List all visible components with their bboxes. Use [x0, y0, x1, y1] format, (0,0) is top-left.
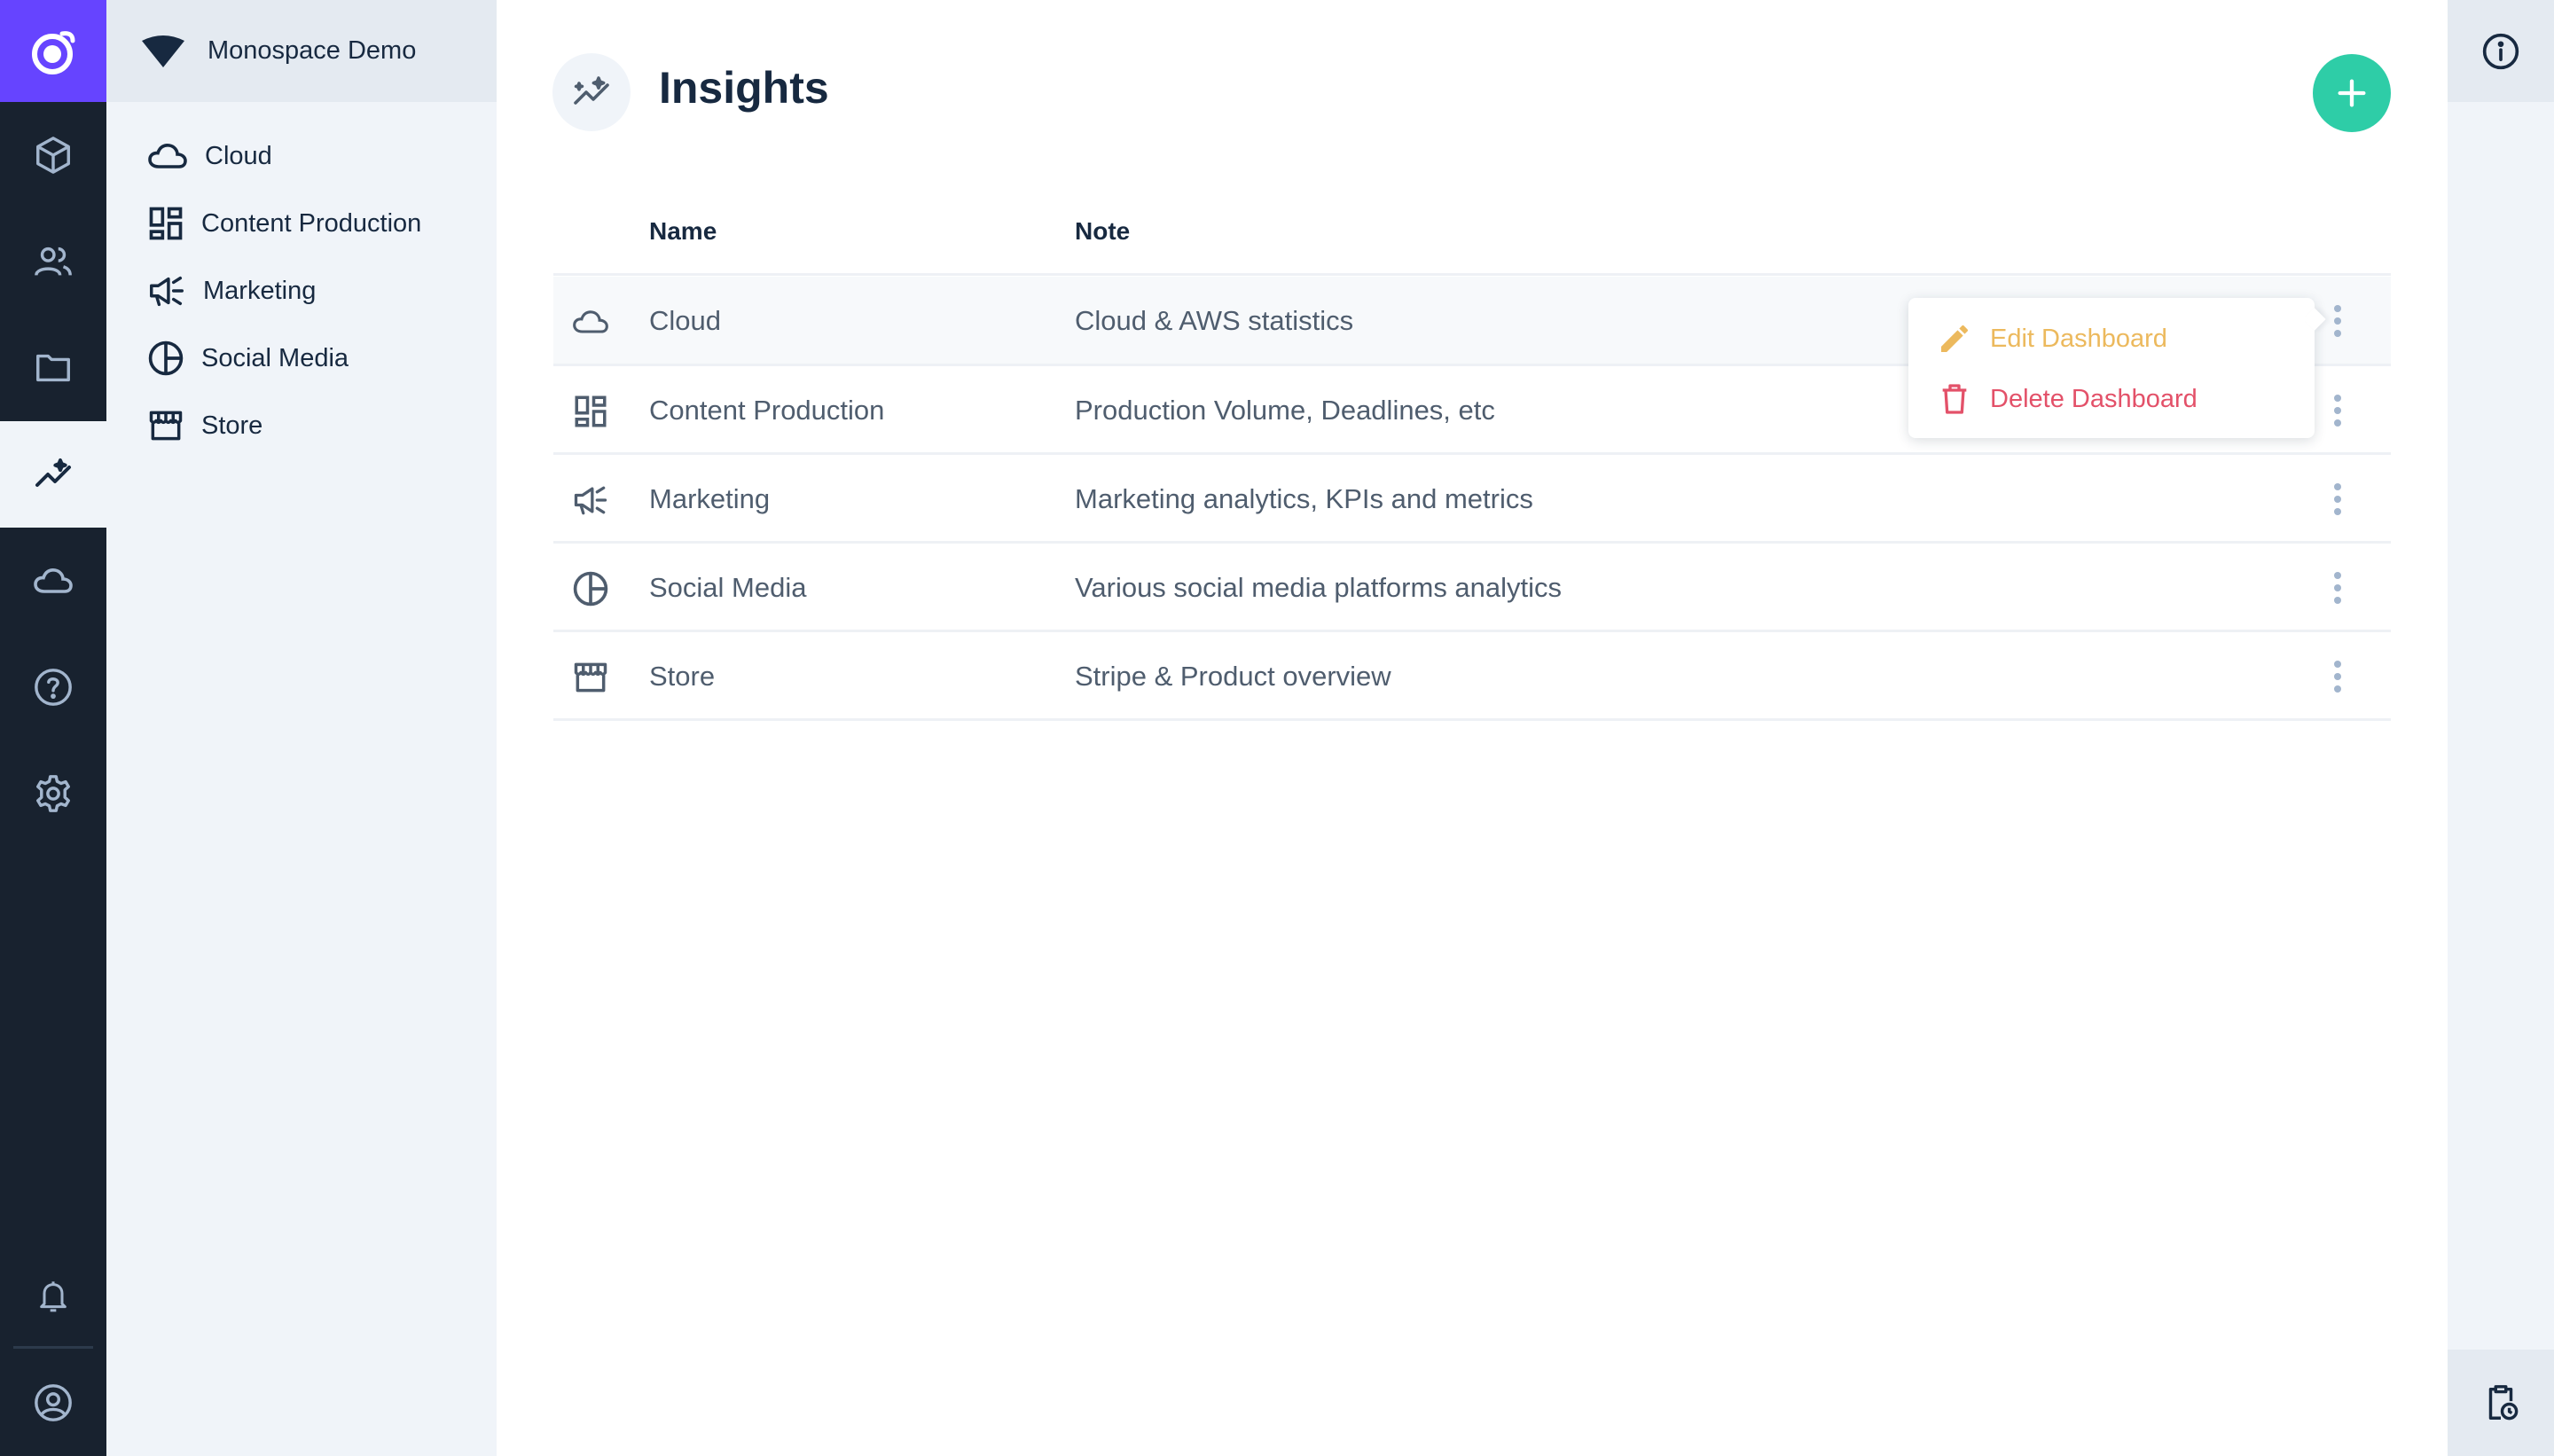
more-vertical-icon — [2334, 661, 2341, 668]
user-account-button[interactable] — [0, 1350, 106, 1456]
nav-item-label: Social Media — [201, 343, 349, 372]
row-name: Content Production — [649, 395, 885, 426]
table-header-divider — [553, 273, 2391, 276]
main-content: Insights Name Note Cloud Cloud & AWS sta… — [497, 0, 2448, 1456]
pie-chart-icon — [148, 341, 184, 376]
insights-icon — [35, 458, 71, 487]
store-icon — [574, 662, 607, 693]
gear-icon — [36, 775, 70, 812]
edit-dashboard-label: Edit Dashboard — [1990, 324, 2167, 353]
store-icon — [149, 411, 183, 441]
row-note: Various social media platforms analytics — [1075, 572, 1563, 603]
project-name: Monospace Demo — [208, 36, 417, 65]
more-vertical-icon — [2334, 305, 2341, 312]
account-icon — [35, 1384, 72, 1421]
rail-divider — [13, 1346, 93, 1349]
box-icon — [36, 137, 70, 174]
nav-item-social-media[interactable]: Social Media — [146, 332, 349, 385]
row-icon — [571, 302, 610, 341]
row-context-menu: Edit Dashboard Delete Dashboard — [1908, 298, 2326, 438]
row-note: Stripe & Product overview — [1075, 661, 1391, 692]
table-row[interactable]: Store Stripe & Product overview — [553, 632, 2391, 719]
module-insights[interactable] — [0, 421, 106, 528]
module-files[interactable] — [0, 315, 106, 421]
help-icon — [35, 669, 72, 706]
row-name: Store — [649, 661, 716, 692]
cloud-icon — [148, 144, 187, 168]
column-header-note[interactable]: Note — [1075, 217, 1130, 246]
column-header-name[interactable]: Name — [649, 217, 717, 246]
row-divider — [553, 718, 2391, 721]
clipboard-clock-icon — [2488, 1385, 2519, 1421]
app-logo[interactable] — [0, 0, 106, 102]
row-more-options-button[interactable] — [2327, 296, 2348, 346]
right-sidebar — [2448, 0, 2554, 1456]
cloud-icon — [573, 310, 608, 333]
nav-item-label: Cloud — [205, 141, 272, 170]
dashboard-icon — [149, 207, 183, 240]
project-switcher[interactable]: Monospace Demo — [106, 0, 497, 102]
logo-icon — [32, 30, 75, 74]
module-cloud[interactable] — [0, 528, 106, 634]
header-icon — [552, 53, 631, 131]
nav-item-label: Store — [201, 411, 263, 440]
dashboard-icon — [575, 395, 607, 427]
row-name: Social Media — [649, 572, 807, 603]
campaign-icon — [574, 486, 607, 515]
module-bar — [0, 0, 106, 1456]
table-row[interactable]: Marketing Marketing analytics, KPIs and … — [553, 455, 2391, 542]
row-note: Production Volume, Deadlines, etc — [1075, 395, 1495, 426]
wifi-logo-icon — [142, 35, 184, 67]
navigation-panel: Monospace Demo Cloud Content Production … — [106, 0, 497, 1456]
module-settings[interactable] — [0, 740, 106, 847]
trash-icon — [1942, 384, 1967, 414]
module-content[interactable] — [0, 102, 106, 208]
pencil-icon — [1941, 325, 1968, 352]
nav-item-cloud[interactable]: Cloud — [146, 129, 272, 183]
more-vertical-icon — [2334, 483, 2341, 490]
nav-item-marketing[interactable]: Marketing — [146, 264, 316, 317]
campaign-icon — [150, 276, 184, 307]
nav-item-store[interactable]: Store — [146, 399, 262, 452]
delete-dashboard-menu-item[interactable]: Delete Dashboard — [1937, 377, 2198, 421]
bell-icon — [40, 1281, 67, 1312]
row-note: Marketing analytics, KPIs and metrics — [1075, 483, 1533, 514]
activity-log-button[interactable] — [2448, 1350, 2554, 1456]
info-sidebar-button[interactable] — [2448, 0, 2554, 102]
row-more-options-button[interactable] — [2327, 386, 2348, 435]
plus-icon — [2338, 79, 2366, 107]
cloud-icon — [34, 568, 73, 593]
row-icon — [571, 481, 610, 520]
more-vertical-icon — [2334, 395, 2341, 402]
page-title: Insights — [659, 63, 829, 113]
pie-chart-icon — [573, 571, 608, 607]
users-icon — [35, 247, 72, 276]
edit-dashboard-menu-item[interactable]: Edit Dashboard — [1937, 317, 2167, 361]
insights-icon — [574, 76, 609, 105]
module-users[interactable] — [0, 208, 106, 315]
info-icon — [2482, 33, 2519, 69]
row-name: Cloud — [649, 305, 721, 336]
row-icon — [571, 392, 610, 431]
table-row[interactable]: Social Media Various social media platfo… — [553, 544, 2391, 630]
row-more-options-button[interactable] — [2327, 563, 2348, 613]
nav-item-label: Content Production — [201, 208, 422, 238]
nav-item-content-production[interactable]: Content Production — [146, 197, 421, 250]
row-note: Cloud & AWS statistics — [1075, 305, 1354, 336]
create-dashboard-button[interactable] — [2313, 54, 2391, 132]
row-name: Marketing — [649, 483, 771, 514]
folder-icon — [36, 354, 70, 382]
module-docs[interactable] — [0, 634, 106, 740]
delete-dashboard-label: Delete Dashboard — [1990, 384, 2198, 413]
row-more-options-button[interactable] — [2327, 652, 2348, 701]
row-more-options-button[interactable] — [2327, 474, 2348, 524]
row-icon — [571, 569, 610, 608]
nav-item-label: Marketing — [203, 276, 317, 305]
more-vertical-icon — [2334, 572, 2341, 579]
row-icon — [571, 658, 610, 697]
notifications-button[interactable] — [0, 1243, 106, 1350]
